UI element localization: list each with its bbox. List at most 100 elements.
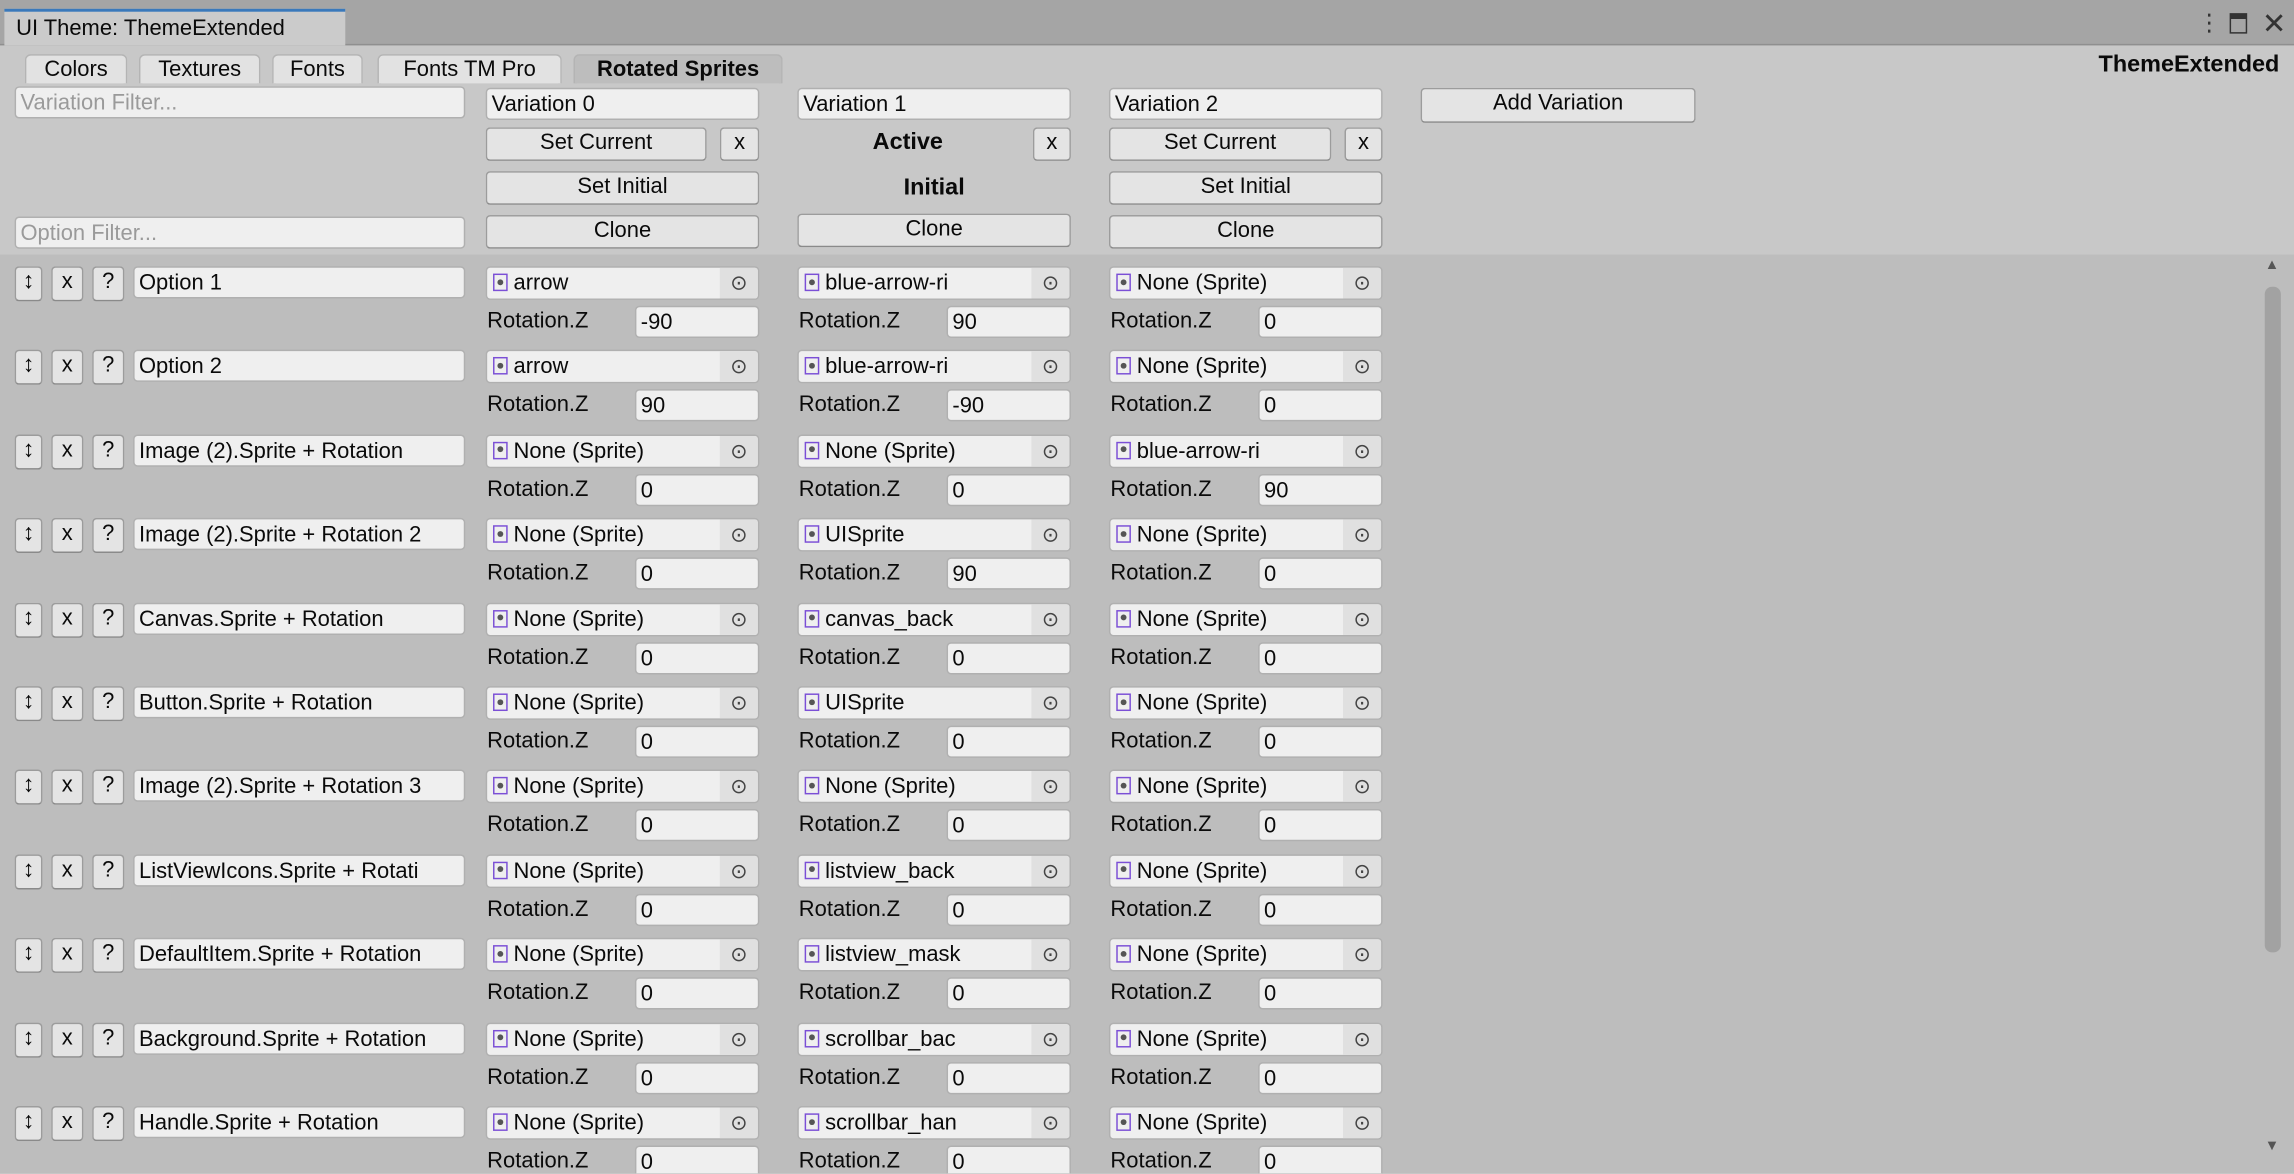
object-picker-icon[interactable]: ⊙ [719, 351, 758, 383]
sprite-field[interactable]: None (Sprite) ⊙ [1108, 686, 1383, 720]
rotation-z-input[interactable]: -90 [946, 389, 1071, 422]
object-picker-icon[interactable]: ⊙ [1343, 519, 1382, 551]
object-picker-icon[interactable]: ⊙ [719, 1023, 758, 1055]
object-picker-icon[interactable]: ⊙ [1031, 1107, 1070, 1139]
object-picker-icon[interactable]: ⊙ [719, 435, 758, 467]
object-picker-icon[interactable]: ⊙ [1343, 603, 1382, 635]
rotation-z-input[interactable]: 0 [634, 473, 760, 506]
object-picker-icon[interactable]: ⊙ [1031, 855, 1070, 887]
sprite-field[interactable]: blue-arrow-ri ⊙ [797, 266, 1071, 300]
rotation-z-input[interactable]: 0 [1258, 809, 1383, 842]
option-name-input[interactable]: Image (2).Sprite + Rotation 3 [133, 770, 466, 803]
object-picker-icon[interactable]: ⊙ [719, 519, 758, 551]
up-down-arrow-icon[interactable]: ↕ [14, 602, 43, 638]
variation-2-set-current-button[interactable]: Set Current [1108, 127, 1332, 161]
object-picker-icon[interactable]: ⊙ [1031, 771, 1070, 803]
option-help-button[interactable]: ? [92, 770, 125, 806]
option-name-input[interactable]: Button.Sprite + Rotation [133, 686, 466, 719]
scrollbar-thumb[interactable] [2264, 286, 2281, 953]
rotation-z-input[interactable]: 90 [946, 305, 1071, 338]
sprite-field[interactable]: arrow ⊙ [485, 350, 760, 384]
variation-1-name-input[interactable]: Variation 1 [797, 87, 1071, 120]
option-help-button[interactable]: ? [92, 686, 125, 722]
sprite-field[interactable]: UISprite ⊙ [797, 686, 1071, 720]
rotation-z-input[interactable]: 0 [1258, 725, 1383, 758]
remove-option-button[interactable]: x [51, 602, 84, 638]
option-name-input[interactable]: Image (2).Sprite + Rotation [133, 434, 466, 467]
variation-2-name-input[interactable]: Variation 2 [1108, 87, 1383, 120]
sprite-field[interactable]: None (Sprite) ⊙ [485, 1106, 760, 1140]
sprite-field[interactable]: None (Sprite) ⊙ [1108, 266, 1383, 300]
object-picker-icon[interactable]: ⊙ [1031, 603, 1070, 635]
scroll-up-arrow-icon[interactable]: ▲ [2265, 257, 2279, 273]
rotation-z-input[interactable]: 0 [634, 1061, 760, 1094]
sprite-field[interactable]: scrollbar_han ⊙ [797, 1106, 1071, 1140]
kebab-menu-icon[interactable]: ⋮ [2197, 9, 2220, 38]
rotation-z-input[interactable]: 0 [946, 1145, 1071, 1174]
sprite-field[interactable]: arrow ⊙ [485, 266, 760, 300]
maximize-icon[interactable] [2229, 13, 2248, 34]
scroll-down-arrow-icon[interactable]: ▼ [2265, 1138, 2279, 1154]
rotation-z-input[interactable]: 0 [634, 641, 760, 674]
up-down-arrow-icon[interactable]: ↕ [14, 434, 43, 470]
sprite-field[interactable]: scrollbar_bac ⊙ [797, 1022, 1071, 1056]
sprite-field[interactable]: None (Sprite) ⊙ [1108, 938, 1383, 972]
tab-colors[interactable]: Colors [24, 54, 128, 84]
sprite-field[interactable]: None (Sprite) ⊙ [1108, 350, 1383, 384]
option-name-input[interactable]: Canvas.Sprite + Rotation [133, 602, 466, 635]
object-picker-icon[interactable]: ⊙ [719, 855, 758, 887]
sprite-field[interactable]: None (Sprite) ⊙ [797, 434, 1071, 468]
object-picker-icon[interactable]: ⊙ [1031, 939, 1070, 971]
close-icon[interactable]: ✕ [2262, 6, 2287, 43]
object-picker-icon[interactable]: ⊙ [1031, 267, 1070, 299]
rotation-z-input[interactable]: 0 [1258, 1145, 1383, 1174]
remove-option-button[interactable]: x [51, 854, 84, 890]
rotation-z-input[interactable]: 0 [634, 1145, 760, 1174]
option-name-input[interactable]: DefaultItem.Sprite + Rotation [133, 938, 466, 971]
option-name-input[interactable]: Background.Sprite + Rotation [133, 1022, 466, 1055]
object-picker-icon[interactable]: ⊙ [1343, 351, 1382, 383]
remove-option-button[interactable]: x [51, 434, 84, 470]
remove-option-button[interactable]: x [51, 1106, 84, 1142]
rotation-z-input[interactable]: 0 [946, 641, 1071, 674]
variation-filter-input[interactable]: Variation Filter... [14, 86, 466, 119]
object-picker-icon[interactable]: ⊙ [1343, 1107, 1382, 1139]
object-picker-icon[interactable]: ⊙ [1343, 687, 1382, 719]
rotation-z-input[interactable]: 0 [634, 893, 760, 926]
rotation-z-input[interactable]: 0 [1258, 893, 1383, 926]
object-picker-icon[interactable]: ⊙ [1031, 687, 1070, 719]
object-picker-icon[interactable]: ⊙ [1031, 435, 1070, 467]
sprite-field[interactable]: None (Sprite) ⊙ [797, 770, 1071, 804]
rotation-z-input[interactable]: 0 [1258, 557, 1383, 590]
object-picker-icon[interactable]: ⊙ [1343, 267, 1382, 299]
object-picker-icon[interactable]: ⊙ [1343, 435, 1382, 467]
object-picker-icon[interactable]: ⊙ [719, 267, 758, 299]
variation-0-clone-button[interactable]: Clone [485, 215, 760, 249]
sprite-field[interactable]: None (Sprite) ⊙ [485, 602, 760, 636]
sprite-field[interactable]: None (Sprite) ⊙ [1108, 518, 1383, 552]
sprite-field[interactable]: None (Sprite) ⊙ [485, 434, 760, 468]
up-down-arrow-icon[interactable]: ↕ [14, 854, 43, 890]
object-picker-icon[interactable]: ⊙ [719, 771, 758, 803]
up-down-arrow-icon[interactable]: ↕ [14, 1022, 43, 1058]
rotation-z-input[interactable]: 0 [946, 473, 1071, 506]
tab-fonts[interactable]: Fonts [272, 54, 363, 84]
variation-1-clone-button[interactable]: Clone [797, 213, 1071, 248]
up-down-arrow-icon[interactable]: ↕ [14, 686, 43, 722]
variation-2-clone-button[interactable]: Clone [1108, 215, 1383, 249]
variation-0-name-input[interactable]: Variation 0 [485, 87, 760, 120]
variation-2-remove-button[interactable]: x [1344, 127, 1383, 161]
remove-option-button[interactable]: x [51, 350, 84, 386]
option-help-button[interactable]: ? [92, 602, 125, 638]
rotation-z-input[interactable]: 0 [634, 977, 760, 1010]
variation-0-remove-button[interactable]: x [719, 127, 760, 161]
up-down-arrow-icon[interactable]: ↕ [14, 1106, 43, 1142]
sprite-field[interactable]: None (Sprite) ⊙ [485, 518, 760, 552]
remove-option-button[interactable]: x [51, 938, 84, 974]
sprite-field[interactable]: canvas_back ⊙ [797, 602, 1071, 636]
rotation-z-input[interactable]: 0 [1258, 1061, 1383, 1094]
object-picker-icon[interactable]: ⊙ [1031, 1023, 1070, 1055]
sprite-field[interactable]: None (Sprite) ⊙ [485, 686, 760, 720]
sprite-field[interactable]: None (Sprite) ⊙ [1108, 602, 1383, 636]
option-name-input[interactable]: Option 1 [133, 266, 466, 299]
